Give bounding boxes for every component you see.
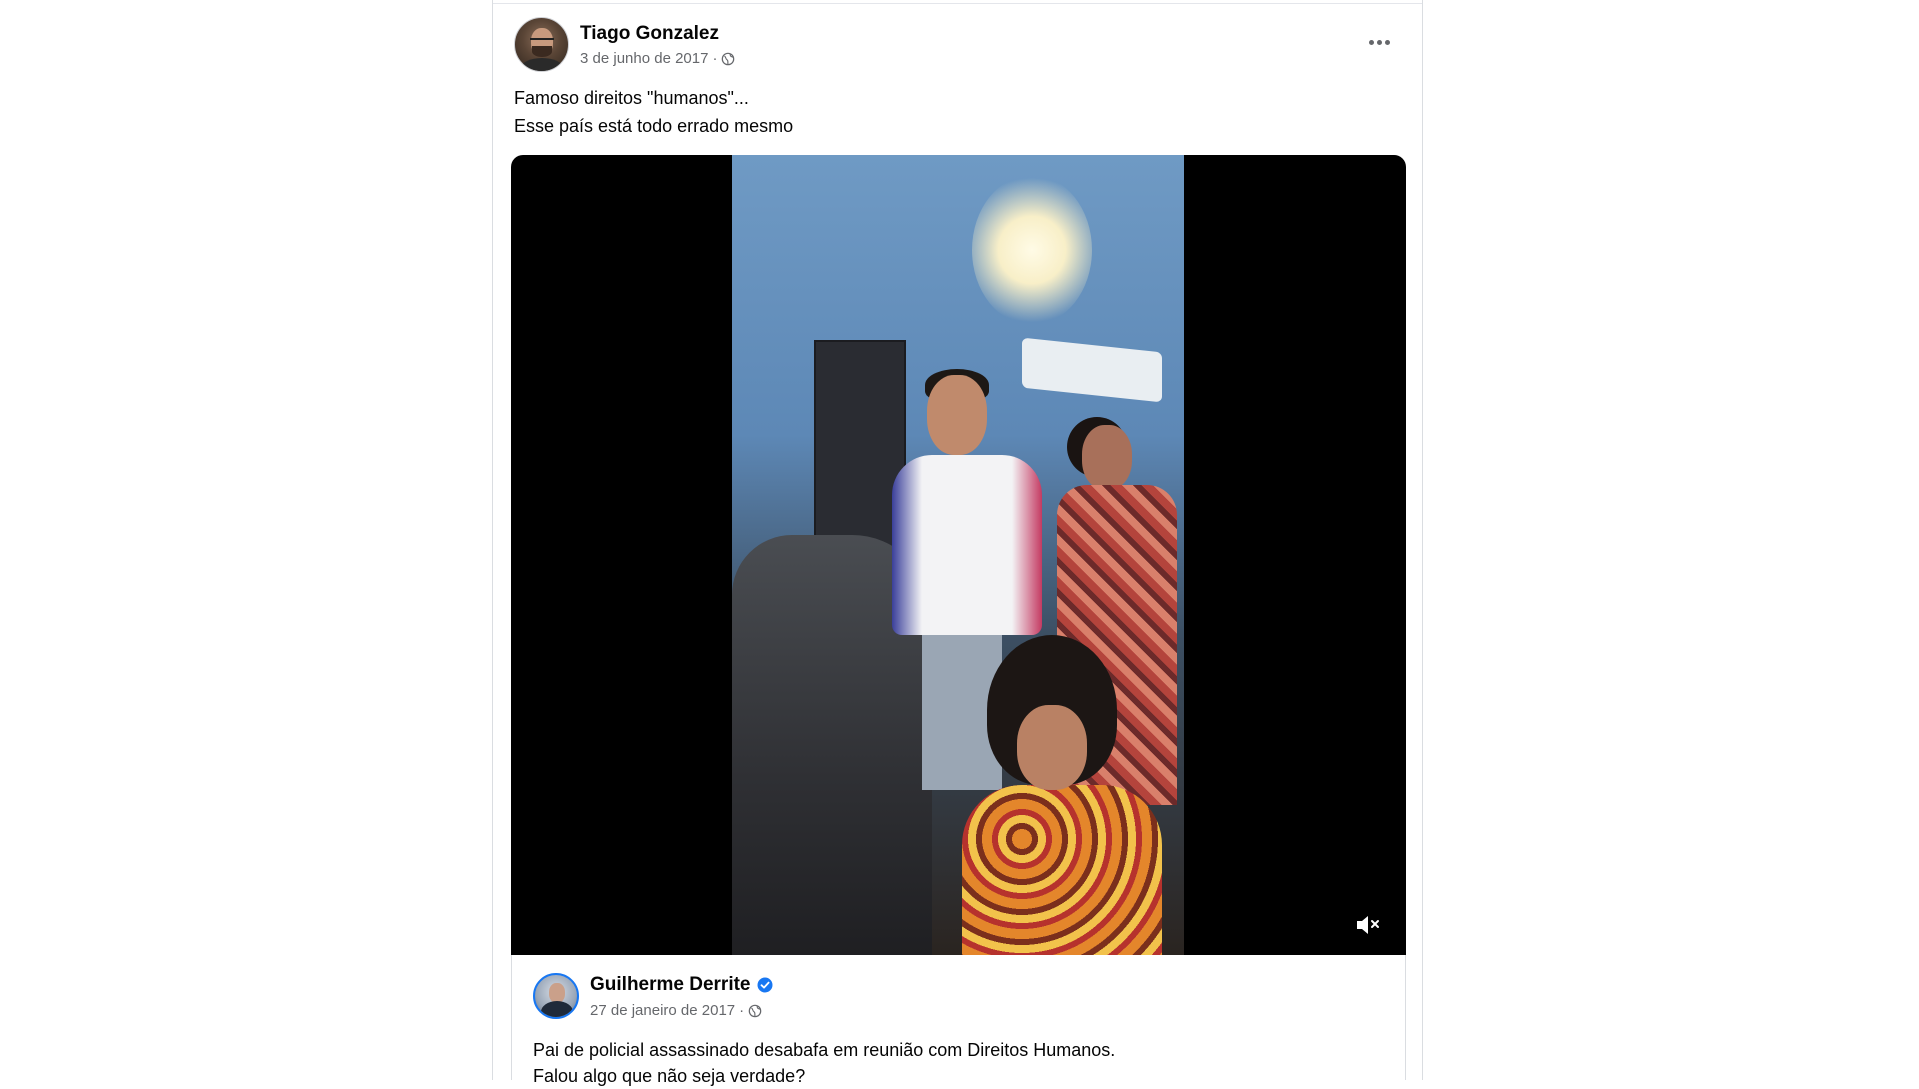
author-name[interactable]: Tiago Gonzalez — [580, 22, 735, 46]
post-meta: 3 de junho de 2017 · — [580, 50, 735, 67]
shared-author-name[interactable]: Guilherme Derrite — [590, 973, 751, 997]
shared-post-header: Guilherme Derrite 27 de janeiro de 2017 … — [533, 973, 773, 1019]
muted-speaker-icon[interactable] — [1352, 911, 1384, 939]
shared-text-line-2: Falou algo que não seja verdade? — [533, 1066, 806, 1086]
globe-icon[interactable] — [721, 52, 735, 66]
shared-name-row: Guilherme Derrite — [590, 973, 773, 997]
more-options-icon[interactable] — [1364, 30, 1394, 54]
shared-author-block: Guilherme Derrite 27 de janeiro de 2017 … — [590, 973, 773, 1019]
post-header: Tiago Gonzalez 3 de junho de 2017 · — [514, 17, 735, 72]
author-avatar[interactable] — [514, 17, 569, 72]
shared-meta-separator: · — [739, 1002, 745, 1019]
post-text: Famoso direitos "humanos"... Esse país e… — [514, 84, 793, 140]
shared-post-date[interactable]: 27 de janeiro de 2017 — [590, 1002, 735, 1019]
shared-author-avatar[interactable] — [533, 973, 579, 1019]
shared-post-text: Pai de policial assassinado desabafa em … — [533, 1037, 1115, 1089]
post-date[interactable]: 3 de junho de 2017 — [580, 50, 708, 67]
post-text-line-2: Esse país está todo errado mesmo — [514, 116, 794, 136]
post-card: Tiago Gonzalez 3 de junho de 2017 · Famo… — [492, 0, 1423, 1086]
video-player[interactable] — [511, 155, 1406, 955]
meta-separator: · — [712, 50, 718, 67]
shared-post-meta: 27 de janeiro de 2017 · — [590, 1002, 773, 1019]
card-top-divider — [493, 3, 1422, 4]
verified-badge-icon — [757, 977, 772, 993]
shared-text-line-1: Pai de policial assassinado desabafa em … — [533, 1040, 1116, 1060]
post-text-line-1: Famoso direitos "humanos"... — [514, 88, 749, 108]
globe-icon[interactable] — [748, 1004, 762, 1018]
author-block: Tiago Gonzalez 3 de junho de 2017 · — [580, 22, 735, 67]
video-frame[interactable] — [732, 155, 1184, 955]
shared-post[interactable]: Guilherme Derrite 27 de janeiro de 2017 … — [511, 955, 1406, 1086]
